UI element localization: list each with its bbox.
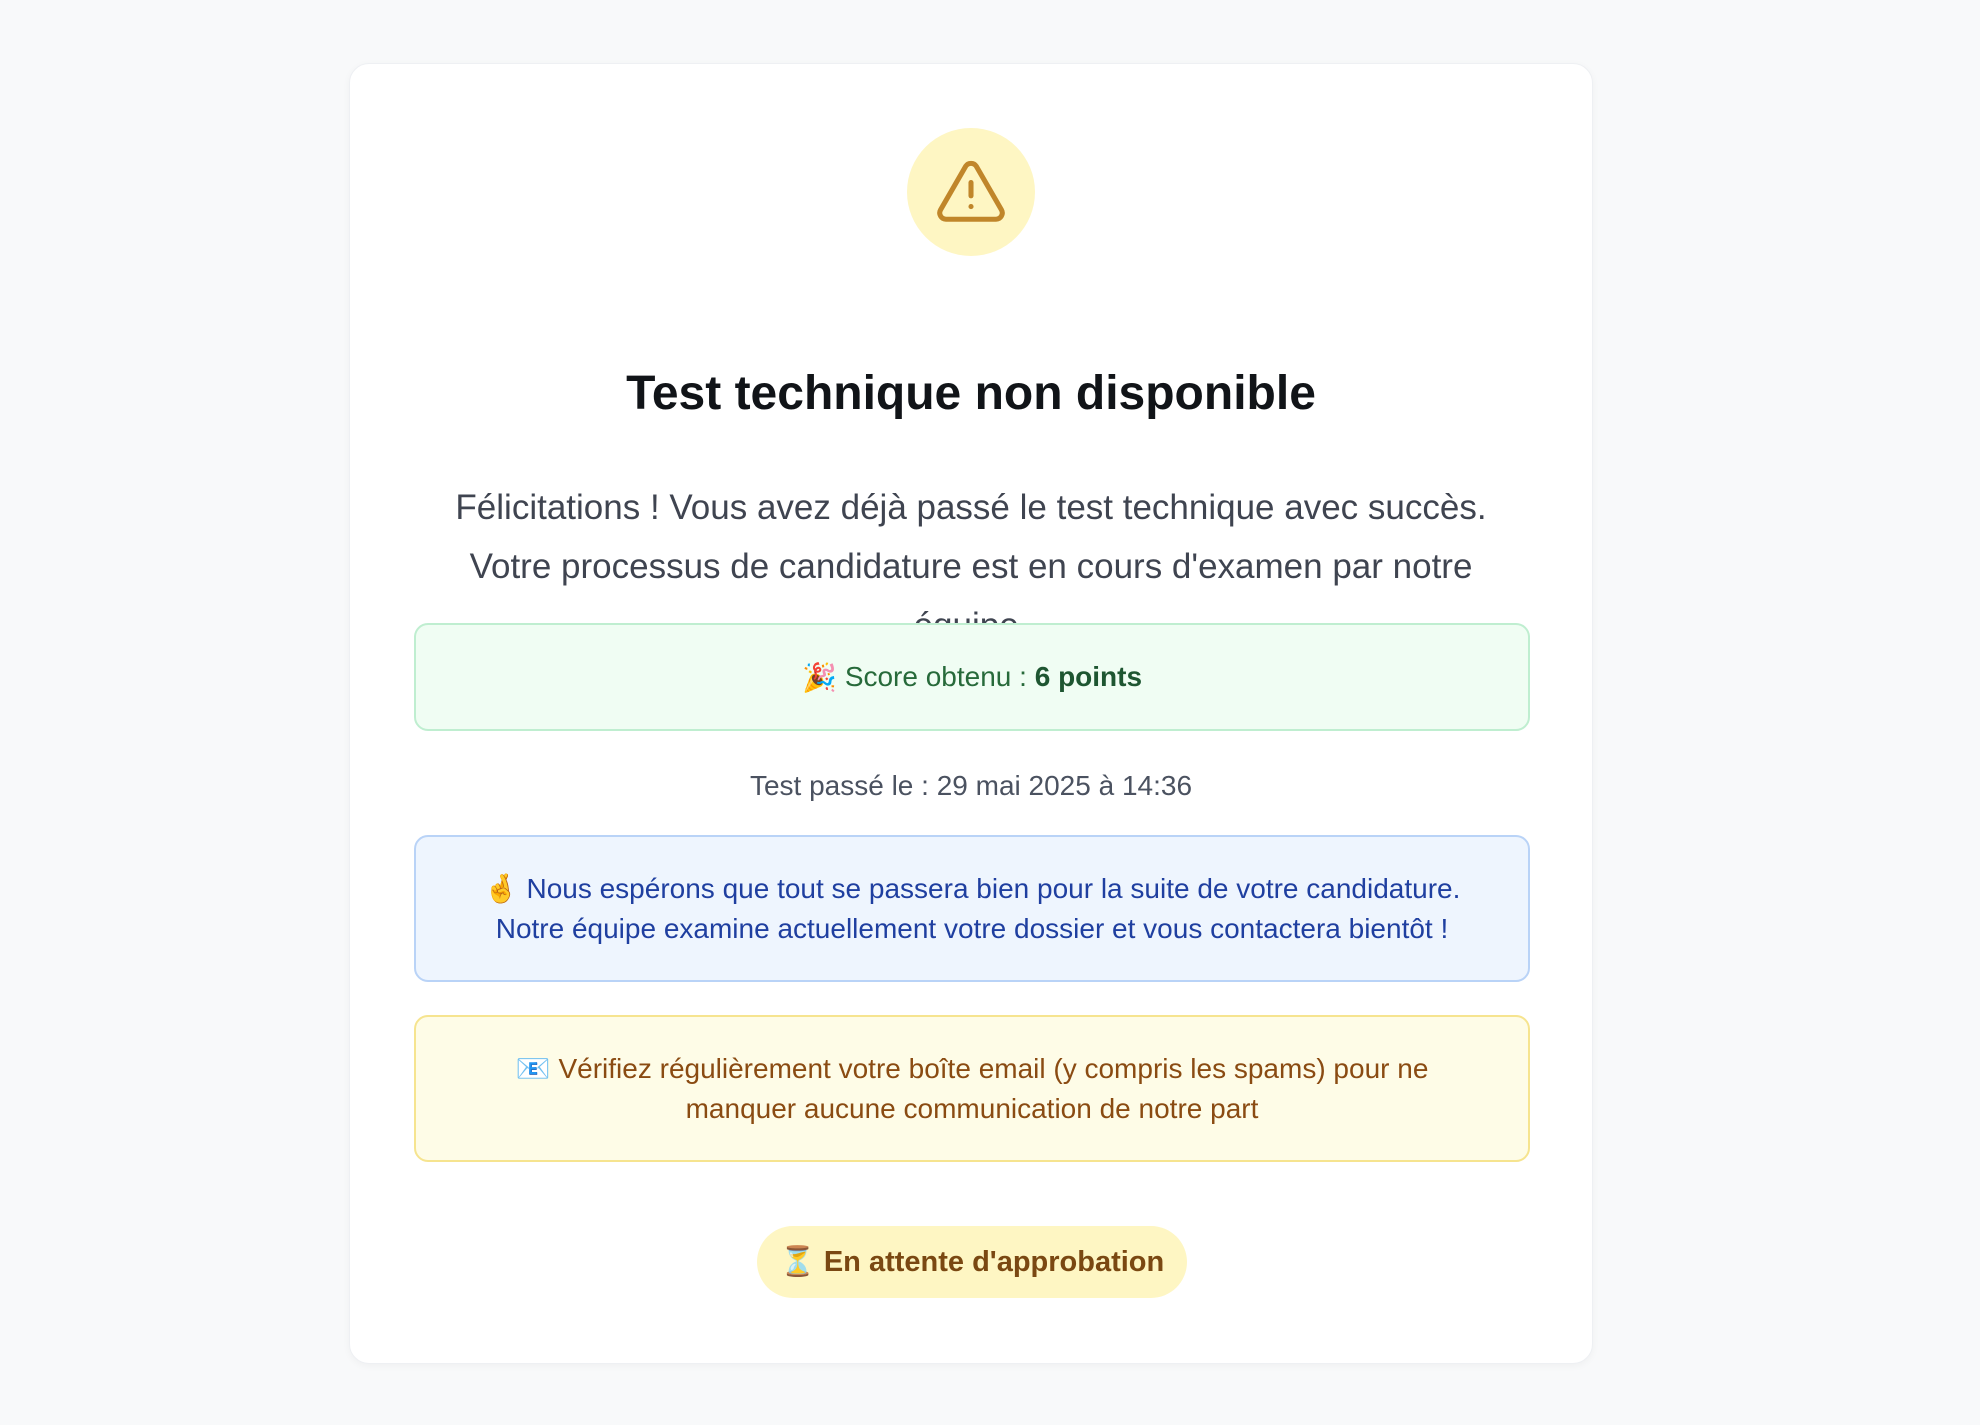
- score-value: 6 points: [1034, 661, 1143, 692]
- crossed-fingers-icon: 🤞: [483, 872, 519, 904]
- warning-icon-circle: [907, 128, 1035, 256]
- email-notice-box: 📧 Vérifiez régulièrement votre boîte emai…: [414, 1015, 1530, 1162]
- hourglass-icon: ⏳: [779, 1246, 816, 1278]
- status-badge: ⏳ En attente d'approbation: [757, 1226, 1187, 1298]
- test-date: Test passé le : 29 mai 2025 à 14:36: [749, 770, 1193, 801]
- info-text-wrapper: 🤞 Nous espérons que tout se passera bien …: [446, 869, 1498, 949]
- email-notice-wrapper: 📧 Vérifiez régulièrement votre boîte emai…: [476, 1049, 1468, 1129]
- score-label: Score obtenu :: [844, 661, 1027, 692]
- info-box: 🤞 Nous espérons que tout se passera bien …: [414, 835, 1530, 982]
- page-title: Test technique non disponible: [626, 367, 1316, 420]
- status-card: Test technique non disponible Félicitati…: [349, 63, 1593, 1364]
- info-text: Nous espérons que tout se passera bien p…: [495, 872, 1461, 944]
- score-box: 🎉 Score obtenu : 6 points: [414, 623, 1530, 731]
- party-popper-icon: 🎉: [801, 661, 837, 693]
- status-badge-label: En attente d'approbation: [823, 1245, 1165, 1278]
- email-notice-text: Vérifiez régulièrement votre boîte email…: [558, 1052, 1429, 1124]
- email-icon: 📧: [515, 1052, 551, 1084]
- warning-triangle-icon: [937, 160, 1005, 222]
